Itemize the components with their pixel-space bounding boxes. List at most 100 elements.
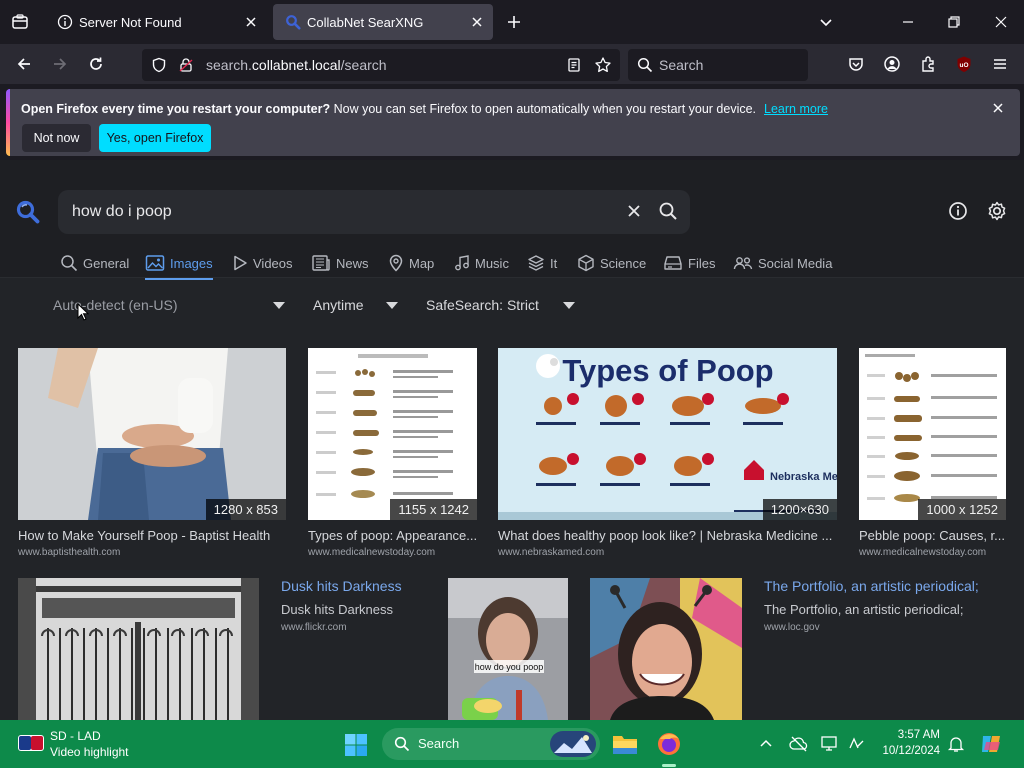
url-domain: collabnet.local (251, 57, 341, 73)
url-text[interactable]: search.collabnet.local/search (206, 57, 387, 73)
reader-view-icon[interactable] (566, 57, 582, 73)
result-image-gate[interactable] (18, 578, 259, 720)
firefox-taskbar-icon[interactable] (656, 731, 682, 757)
lock-warning-icon[interactable] (178, 57, 194, 73)
search-placeholder: Search (659, 57, 704, 73)
result-image-portfolio[interactable] (590, 578, 742, 720)
taskbar-search[interactable]: Search (382, 728, 600, 760)
restore-icon[interactable] (939, 7, 969, 37)
settings-gear-icon[interactable] (986, 200, 1008, 222)
image-icon (145, 254, 170, 272)
language-select[interactable]: Auto-detect (en-US) (53, 297, 178, 313)
tab-general[interactable]: General (60, 252, 129, 274)
result-url: www.nebraskamed.com (498, 547, 605, 558)
notification-text: Open Firefox every time you restart your… (21, 102, 828, 116)
tab-label: It (550, 255, 558, 271)
not-now-button[interactable]: Not now (22, 124, 91, 152)
result-image-baptist[interactable]: 1280 x 853 (18, 348, 286, 520)
reload-icon[interactable] (81, 49, 111, 79)
result-image-stool-chart[interactable]: 1155 x 1242 (308, 348, 477, 520)
tab-music[interactable]: Music (454, 252, 509, 274)
result-link[interactable]: Dusk hits Darkness (281, 578, 402, 594)
clock-date[interactable]: 10/12/2024 (871, 745, 940, 757)
close-tab-icon[interactable] (469, 14, 485, 30)
cloud-offline-icon[interactable] (789, 735, 809, 753)
learn-more-link[interactable]: Learn more (764, 102, 828, 116)
account-icon[interactable] (877, 49, 907, 79)
info-icon (57, 14, 73, 30)
result-url: www.flickr.com (281, 622, 347, 633)
ublock-origin-icon[interactable]: uO (949, 49, 979, 79)
tab-label: Music (475, 255, 509, 271)
time-dropdown-caret[interactable] (386, 302, 398, 309)
tab-label: News (336, 255, 369, 271)
forward-arrow-icon[interactable] (45, 49, 75, 79)
search-query-input[interactable]: how do i poop (72, 203, 172, 221)
clock-time[interactable]: 3:57 AM (880, 729, 940, 741)
tab-videos[interactable]: Videos (232, 252, 293, 274)
bookmark-star-icon[interactable] (594, 56, 612, 74)
copilot-icon[interactable] (979, 732, 1005, 756)
search-icon (637, 57, 653, 73)
tab-it[interactable]: It (527, 252, 557, 274)
image-size-badge: 1200×630 (762, 499, 837, 520)
tab-collabnet-searxng[interactable]: CollabNet SearXNG (273, 4, 493, 40)
clear-search-icon[interactable] (626, 203, 642, 219)
close-tab-icon[interactable] (243, 14, 259, 30)
close-window-icon[interactable] (986, 7, 1016, 37)
back-arrow-icon[interactable] (9, 49, 39, 79)
search-submit-icon[interactable] (658, 201, 678, 221)
tab-social-media[interactable]: Social Media (733, 252, 832, 274)
search-query-box[interactable]: how do i poop (58, 190, 690, 234)
taskbar-search-label: Search (418, 736, 460, 751)
info-icon[interactable] (948, 201, 968, 221)
result-image-nebraska[interactable]: Types of Poop Nebraska Medicine 1200×630 (498, 348, 837, 520)
pocket-icon[interactable] (841, 49, 871, 79)
searxng-logo-icon[interactable] (15, 199, 41, 225)
safesearch-dropdown-caret[interactable] (563, 302, 575, 309)
result-title[interactable]: Types of poop: Appearance... (308, 528, 478, 543)
close-notification-icon[interactable] (991, 101, 1005, 115)
search-bar[interactable]: Search (628, 49, 808, 81)
searxng-favicon-icon (285, 14, 301, 30)
result-url: www.medicalnewstoday.com (308, 547, 436, 558)
list-tabs-icon[interactable] (811, 7, 841, 37)
extensions-icon[interactable] (913, 49, 943, 79)
menu-hamburger-icon[interactable] (985, 49, 1015, 79)
battery-icon[interactable] (846, 735, 866, 753)
tab-news[interactable]: News (311, 252, 369, 274)
tab-map[interactable]: Map (388, 252, 434, 274)
language-dropdown-caret[interactable] (273, 302, 285, 309)
result-title[interactable]: What does healthy poop look like? | Nebr… (498, 528, 838, 543)
tab-files[interactable]: Files (663, 252, 715, 274)
windows-start-icon[interactable] (344, 733, 368, 757)
minimize-icon[interactable] (893, 7, 923, 37)
result-title[interactable]: How to Make Yourself Poop - Baptist Heal… (18, 528, 286, 543)
network-icon[interactable] (820, 735, 840, 753)
notification-bell-icon[interactable] (947, 735, 965, 753)
tab-images[interactable]: Images (145, 252, 213, 280)
image-size-badge: 1280 x 853 (205, 499, 286, 520)
firefox-view-icon[interactable] (5, 7, 35, 37)
result-title[interactable]: Pebble poop: Causes, r... (859, 528, 1009, 543)
layers-icon (527, 254, 550, 272)
nebraska-logo-text: Nebraska Medicine (770, 471, 837, 483)
show-hidden-icons-chevron-icon[interactable] (759, 737, 773, 751)
time-range-select[interactable]: Anytime (313, 297, 364, 313)
notification-bold: Open Firefox every time you restart your… (21, 102, 331, 116)
play-icon (232, 254, 253, 272)
address-bar[interactable]: search.collabnet.local/search (142, 49, 620, 81)
result-image-pebble[interactable]: 1000 x 1252 (859, 348, 1006, 520)
video-caption: how do you poop (475, 662, 544, 672)
result-image-video-woman[interactable]: how do you poop (448, 578, 568, 720)
new-tab-icon[interactable] (499, 7, 529, 37)
result-link[interactable]: The Portfolio, an artistic periodical; (764, 578, 979, 594)
shield-icon[interactable] (151, 57, 167, 73)
yes-open-firefox-button[interactable]: Yes, open Firefox (99, 124, 211, 152)
file-explorer-icon[interactable] (612, 732, 638, 756)
safesearch-select[interactable]: SafeSearch: Strict (426, 297, 539, 313)
sports-widget[interactable]: SD - LAD Video highlight (18, 728, 168, 760)
tab-server-not-found[interactable]: Server Not Found (45, 4, 267, 40)
tab-science[interactable]: Science (577, 252, 646, 274)
tab-label: Map (409, 255, 435, 271)
